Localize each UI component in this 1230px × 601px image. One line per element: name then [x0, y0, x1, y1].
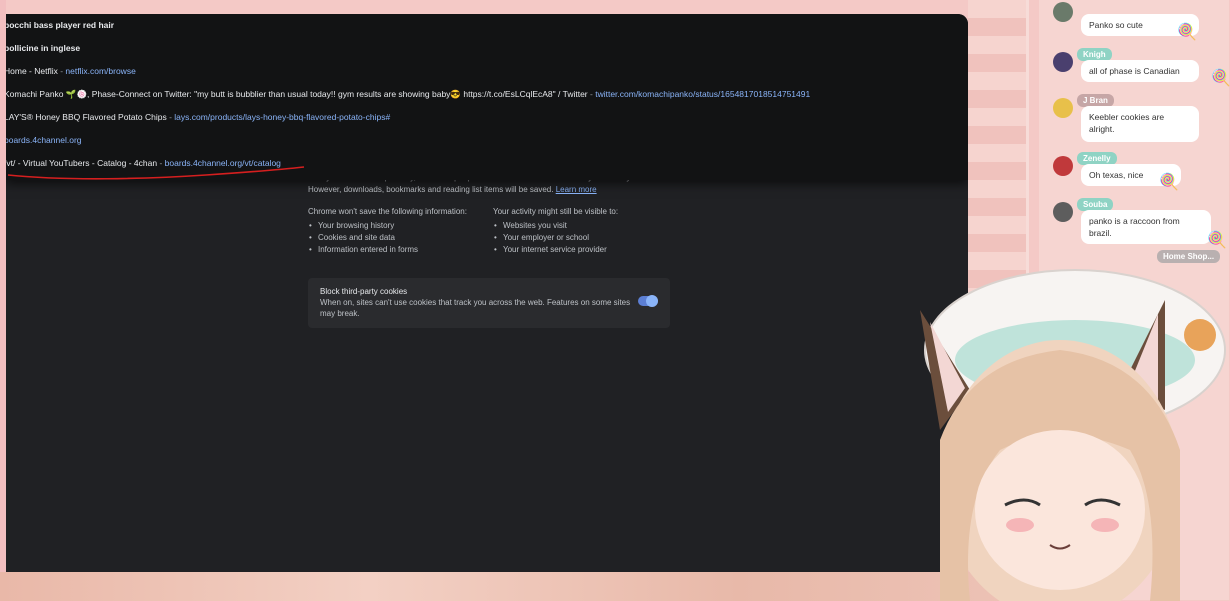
visible-to-item: Websites you visit	[493, 220, 678, 232]
history-item-separator: -	[157, 158, 165, 168]
wont-save-item: Information entered in forms	[308, 244, 493, 256]
visible-to-title: Your activity might still be visible to:	[493, 207, 619, 216]
history-item[interactable]: Home - Netflix - netflix.com/browse	[6, 66, 136, 76]
vtuber-avatar-image	[920, 269, 1226, 601]
lollipop-icon: 🍭	[1177, 24, 1197, 41]
history-item[interactable]: LAY'S® Honey BBQ Flavored Potato Chips -…	[6, 112, 390, 122]
chat-avatar	[1053, 98, 1073, 118]
info-columns: Chrome won't save the following informat…	[308, 206, 678, 256]
history-item-url: lays.com/products/lays-honey-bbq-flavore…	[174, 112, 391, 122]
intro-line-2: However, downloads, bookmarks and readin…	[308, 185, 554, 194]
history-item[interactable]: Komachi Panko 🌱🍥, Phase-Connect on Twitt…	[6, 89, 810, 100]
incognito-page: Now you can browse privately, and other …	[308, 172, 678, 256]
history-item-url: boards.4channel.org/vt/catalog	[164, 158, 281, 168]
cookie-card-description: When on, sites can't use cookies that tr…	[320, 298, 631, 318]
visible-to-item: Your internet service provider	[493, 244, 678, 256]
visible-to-column: Your activity might still be visible to:…	[493, 206, 678, 256]
history-item[interactable]: bocchi bass player red hair	[6, 20, 114, 30]
history-item-title: Home - Netflix	[6, 66, 58, 76]
wont-save-column: Chrome won't save the following informat…	[308, 206, 493, 256]
cookie-card-title: Block third-party cookies	[320, 287, 408, 296]
wont-save-item: Your browsing history	[308, 220, 493, 232]
history-item-title: bocchi bass player red hair	[6, 20, 115, 30]
chat-avatar	[1053, 2, 1073, 22]
chat-avatar	[1053, 52, 1073, 72]
history-item-url: netflix.com/browse	[65, 66, 136, 76]
omnibox-history-dropdown: bocchi bass player red hair pollicine in…	[6, 14, 968, 180]
chat-message-text: Keebler cookies are alright.	[1081, 106, 1199, 142]
learn-more-link[interactable]: Learn more	[556, 185, 597, 194]
history-item-title: LAY'S® Honey BBQ Flavored Potato Chips	[6, 112, 167, 122]
third-party-cookies-card: Block third-party cookies When on, sites…	[308, 278, 670, 328]
wont-save-item: Cookies and site data	[308, 232, 493, 244]
history-item-title: pollicine in inglese	[6, 43, 81, 53]
chat-message-text: all of phase is Canadian	[1081, 60, 1199, 82]
chat-message-text: panko is a raccoon from brazil.	[1081, 210, 1211, 244]
lollipop-icon: 🍭	[1211, 70, 1230, 87]
history-item[interactable]: boards.4channel.org	[6, 135, 82, 145]
wont-save-title: Chrome won't save the following informat…	[308, 207, 467, 216]
history-item-title: /vt/ - Virtual YouTubers - Catalog - 4ch…	[6, 158, 158, 168]
history-item-title: Komachi Panko 🌱🍥, Phase-Connect on Twitt…	[6, 89, 588, 99]
lollipop-icon: 🍭	[1159, 174, 1179, 191]
cookie-toggle[interactable]	[638, 295, 658, 307]
chat-avatar	[1053, 202, 1073, 222]
history-item[interactable]: /vt/ - Virtual YouTubers - Catalog - 4ch…	[6, 158, 281, 168]
browser-window: Now you can browse privately, and other …	[6, 14, 968, 572]
visible-to-item: Your employer or school	[493, 232, 678, 244]
history-item-url: twitter.com/komachipanko/status/16548170…	[595, 89, 811, 99]
history-item[interactable]: pollicine in inglese	[6, 43, 80, 53]
history-item-url: boards.4channel.org	[6, 135, 82, 145]
chat-avatar	[1053, 156, 1073, 176]
